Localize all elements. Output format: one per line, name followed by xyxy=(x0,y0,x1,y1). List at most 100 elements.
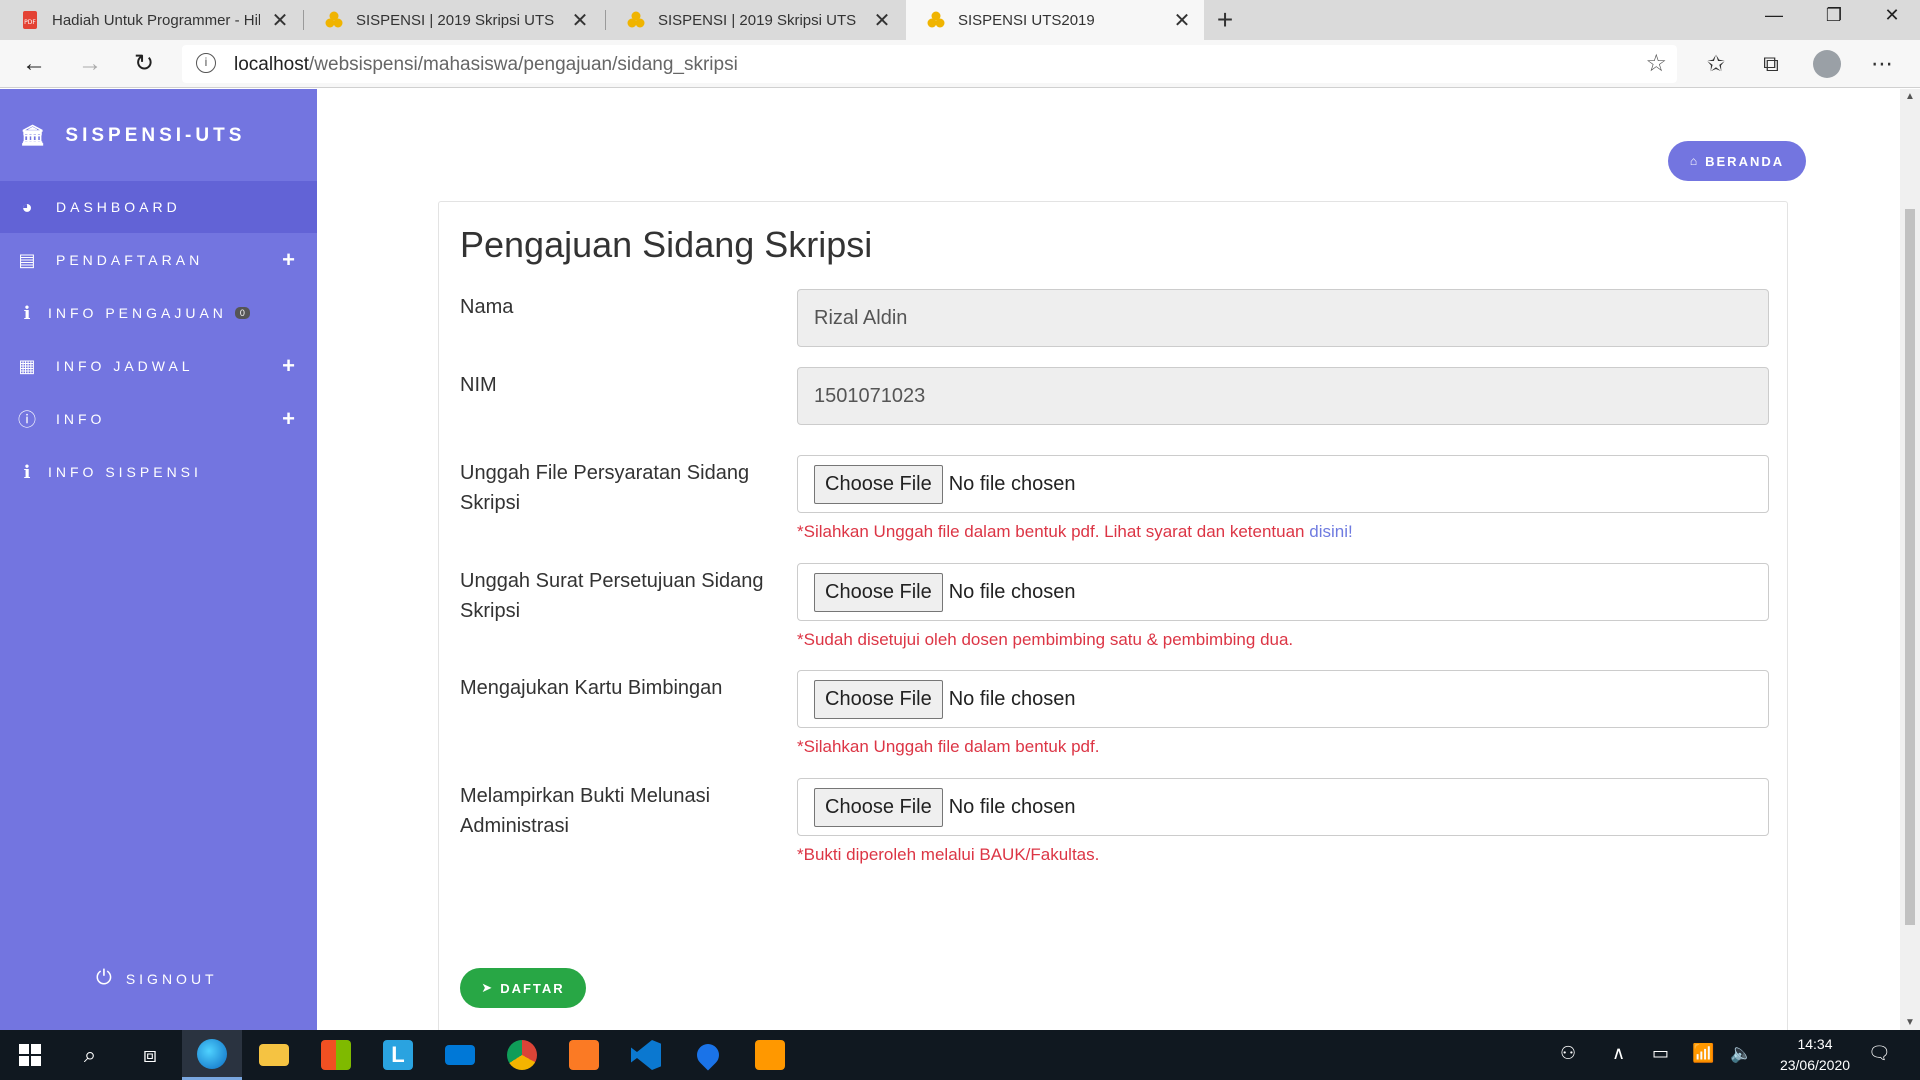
help-text: *Bukti diperoleh melalui BAUK/Fakultas. xyxy=(797,845,1100,864)
back-arrow-icon[interactable]: ← xyxy=(18,48,50,80)
choose-file-button[interactable]: Choose File xyxy=(814,464,943,504)
sidebar-item-pendaftaran[interactable]: ▤ PENDAFTARAN + xyxy=(0,234,317,286)
url-text[interactable]: localhost/websispensi/mahasiswa/pengajua… xyxy=(234,54,738,76)
browser-tab[interactable]: PDF Hadiah Untuk Programmer - Hil ✕ xyxy=(0,0,302,40)
browser-tab-strip: PDF Hadiah Untuk Programmer - Hil ✕ SISP… xyxy=(0,0,1920,40)
collections-icon[interactable]: ⧉ xyxy=(1755,48,1787,80)
sidebar: 🏛 SISPENSI-UTS ◕ DASHBOARD ▤ PENDAFTARAN… xyxy=(0,89,317,1030)
more-options-icon[interactable]: ⋯ xyxy=(1866,48,1898,80)
notifications-icon[interactable]: 🗨 xyxy=(1868,1043,1891,1064)
document-icon: ▤ xyxy=(18,249,40,270)
vscode-icon[interactable] xyxy=(616,1030,676,1080)
daftar-submit-button[interactable]: ➤ DAFTAR xyxy=(460,968,586,1008)
sublime-text-icon[interactable] xyxy=(740,1030,800,1080)
surat-persetujuan-file-input[interactable]: Choose File No file chosen xyxy=(797,563,1769,621)
signout-button[interactable]: ⏻ SIGNOUT xyxy=(96,967,218,990)
profile-avatar[interactable] xyxy=(1813,50,1841,78)
reload-icon[interactable]: ↻ xyxy=(128,48,160,80)
browser-tab-active[interactable]: SISPENSI UTS2019 ✕ xyxy=(906,0,1204,40)
expand-plus-icon[interactable]: + xyxy=(282,406,295,432)
field-label: NIM xyxy=(460,374,497,396)
maps-icon[interactable] xyxy=(678,1030,738,1080)
sidebar-item-info-sispensi[interactable]: i INFO SISPENSI xyxy=(0,446,317,498)
beranda-button[interactable]: ⌂ BERANDA xyxy=(1668,141,1806,181)
send-icon: ➤ xyxy=(481,980,495,995)
close-tab-icon[interactable]: ✕ xyxy=(1172,8,1192,33)
sidebar-item-label: INFO JADWAL xyxy=(56,358,194,374)
sidebar-item-dashboard[interactable]: ◕ DASHBOARD xyxy=(0,181,317,233)
browser-tab[interactable]: SISPENSI | 2019 Skripsi UTS ✕ xyxy=(304,0,602,40)
close-tab-icon[interactable]: ✕ xyxy=(872,8,892,33)
field-label: Nama xyxy=(460,296,514,318)
scroll-down-arrow-icon[interactable]: ▼ xyxy=(1905,1017,1915,1028)
url-host: localhost xyxy=(234,54,309,75)
close-tab-icon[interactable]: ✕ xyxy=(570,8,590,33)
chevron-up-icon[interactable]: ∧ xyxy=(1612,1043,1625,1064)
scrollbar-thumb[interactable] xyxy=(1905,209,1915,925)
browser-tab[interactable]: SISPENSI | 2019 Skripsi UTS ✕ xyxy=(606,0,904,40)
dashboard-icon: ◕ xyxy=(21,196,37,217)
sidebar-item-label: DASHBOARD xyxy=(56,199,181,215)
task-view-icon[interactable]: ⧈ xyxy=(120,1030,180,1080)
home-icon: ⌂ xyxy=(1689,154,1700,168)
syarat-link[interactable]: disini! xyxy=(1309,522,1352,541)
expand-plus-icon[interactable]: + xyxy=(282,353,295,379)
info-circle-icon: ⓘ xyxy=(18,410,40,430)
form-card: Pengajuan Sidang Skripsi Nama Rizal Aldi… xyxy=(438,201,1788,1030)
choose-file-button[interactable]: Choose File xyxy=(814,679,943,719)
battery-icon[interactable]: ▭ xyxy=(1652,1043,1669,1064)
address-bar[interactable]: i localhost/websispensi/mahasiswa/pengaj… xyxy=(182,45,1677,83)
forward-arrow-icon[interactable]: → xyxy=(74,48,106,80)
choose-file-button[interactable]: Choose File xyxy=(814,572,943,612)
mail-icon[interactable] xyxy=(430,1030,490,1080)
store-icon[interactable] xyxy=(306,1030,366,1080)
sidebar-item-label: INFO SISPENSI xyxy=(48,464,202,480)
new-tab-icon[interactable]: + xyxy=(1210,4,1240,36)
favorites-list-icon[interactable]: ✩ xyxy=(1700,48,1732,80)
signout-label: SIGNOUT xyxy=(125,970,218,987)
persyaratan-file-input[interactable]: Choose File No file chosen xyxy=(797,455,1769,513)
edge-browser-icon[interactable] xyxy=(182,1030,242,1080)
sidebar-item-info-pengajuan[interactable]: i INFO PENGAJUAN 0 xyxy=(0,287,317,339)
restore-icon[interactable]: ❐ xyxy=(1806,0,1862,30)
nim-field[interactable]: 1501071023 xyxy=(797,367,1769,425)
network-icon[interactable]: 📶 xyxy=(1692,1043,1714,1064)
l-app-icon[interactable]: L xyxy=(368,1030,428,1080)
info-i-icon: i xyxy=(23,302,35,324)
scroll-up-arrow-icon[interactable]: ▲ xyxy=(1905,91,1915,102)
system-clock[interactable]: 14:34 23/06/2020 xyxy=(1760,1034,1870,1076)
field-label: Unggah File Persyaratan Sidang Skripsi xyxy=(460,462,750,514)
sidebar-item-info-jadwal[interactable]: ▦ INFO JADWAL + xyxy=(0,340,317,392)
volume-icon[interactable]: 🔈 xyxy=(1730,1043,1752,1064)
pdf-icon: PDF xyxy=(23,11,37,29)
search-icon[interactable]: ⌕ xyxy=(60,1030,120,1080)
choose-file-button[interactable]: Choose File xyxy=(814,787,943,827)
sidebar-item-info[interactable]: ⓘ INFO + xyxy=(0,393,317,445)
tab-title: Hadiah Untuk Programmer - Hil xyxy=(52,11,260,29)
chrome-icon[interactable] xyxy=(492,1030,552,1080)
page-scrollbar[interactable]: ▲ ▼ xyxy=(1900,89,1920,1030)
field-label: Melampirkan Bukti Melunasi Administrasi xyxy=(460,785,711,837)
tab-title: SISPENSI | 2019 Skripsi UTS xyxy=(658,11,857,29)
file-status: No file chosen xyxy=(948,472,1076,495)
expand-plus-icon[interactable]: + xyxy=(282,247,295,273)
site-info-icon[interactable]: i xyxy=(196,53,216,73)
minimize-icon[interactable]: — xyxy=(1746,0,1802,30)
nama-field[interactable]: Rizal Aldin xyxy=(797,289,1769,347)
file-status: No file chosen xyxy=(948,687,1076,710)
people-icon[interactable]: ⚇ xyxy=(1560,1043,1576,1064)
xampp-icon[interactable] xyxy=(554,1030,614,1080)
file-explorer-icon[interactable] xyxy=(244,1030,304,1080)
windows-start-icon[interactable] xyxy=(0,1030,60,1080)
help-text: *Silahkan Unggah file dalam bentuk pdf. xyxy=(797,737,1100,756)
close-window-icon[interactable]: ✕ xyxy=(1864,0,1920,30)
bukti-administrasi-file-input[interactable]: Choose File No file chosen xyxy=(797,778,1769,836)
power-icon: ⏻ xyxy=(96,967,116,989)
favorite-star-icon[interactable]: ☆ xyxy=(1645,49,1667,78)
windows-taskbar: ⌕ ⧈ L ⚇ ∧ ▭ 📶 🔈 14:34 23/06/2020 🗨 xyxy=(0,1030,1920,1080)
brand-logo[interactable]: 🏛 SISPENSI-UTS xyxy=(20,123,245,148)
main-content: ⌂ BERANDA Pengajuan Sidang Skripsi Nama … xyxy=(317,89,1900,1030)
close-tab-icon[interactable]: ✕ xyxy=(270,8,290,33)
browser-toolbar: ← → ↻ i localhost/websispensi/mahasiswa/… xyxy=(0,40,1920,88)
kartu-bimbingan-file-input[interactable]: Choose File No file chosen xyxy=(797,670,1769,728)
